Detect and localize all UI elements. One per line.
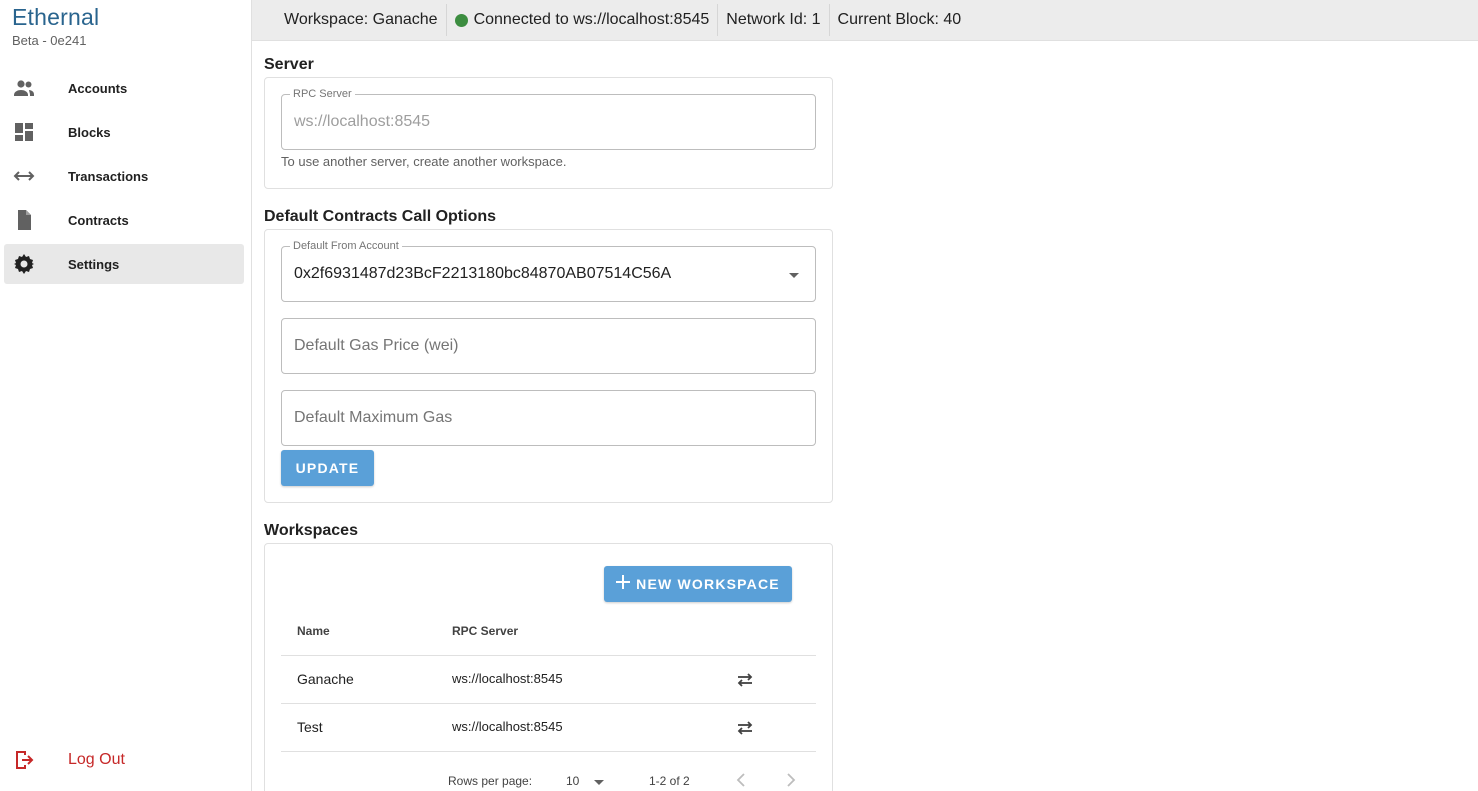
brand: Ethernal Beta - 0e241: [12, 4, 99, 48]
default-max-gas-input[interactable]: Default Maximum Gas: [281, 390, 816, 446]
sidebar-item-label: Contracts: [68, 212, 129, 228]
default-gas-price-input[interactable]: Default Gas Price (wei): [281, 318, 816, 374]
blocks-icon: [12, 120, 36, 144]
new-workspace-button[interactable]: NEW WORKSPACE: [604, 566, 792, 602]
default-from-account-value: 0x2f6931487d23BcF2213180bc84870AB07514C5…: [294, 265, 672, 282]
logout-label: Log Out: [68, 751, 125, 768]
switch-workspace-icon[interactable]: [735, 718, 755, 738]
chevron-right-icon[interactable]: [785, 772, 797, 791]
workspace-chip: Workspace: Ganache: [276, 4, 447, 36]
rpc-server-helper: To use another server, create another wo…: [281, 154, 567, 169]
column-header-rpc-server: RPC Server: [452, 624, 519, 638]
brand-title: Ethernal: [12, 4, 100, 30]
current-block-label: Current Block: 40: [837, 11, 962, 28]
workspaces-card: NEW WORKSPACE Name RPC Server Ganache ws…: [264, 543, 833, 791]
rpc-server-value: ws://localhost:8545: [294, 113, 431, 130]
chevron-down-icon[interactable]: [594, 780, 604, 785]
sidebar-item-contracts[interactable]: Contracts: [4, 200, 244, 240]
chevron-left-icon[interactable]: [735, 772, 747, 791]
rows-per-page-select[interactable]: 10: [566, 774, 579, 788]
sidebar-item-label: Blocks: [68, 124, 111, 140]
default-from-account-legend: Default From Account: [290, 240, 402, 252]
sidebar-item-label: Transactions: [68, 168, 149, 184]
transactions-icon: [12, 164, 36, 188]
network-chip: Network Id: 1: [718, 4, 830, 36]
rows-per-page-label: Rows per page:: [448, 774, 533, 788]
sidebar: Ethernal Beta - 0e241 Accounts Blocks Tr…: [0, 0, 252, 791]
new-workspace-label: NEW WORKSPACE: [636, 576, 780, 592]
workspace-rpc: ws://localhost:8545: [452, 719, 563, 734]
contracts-icon: [12, 208, 36, 232]
sidebar-item-accounts[interactable]: Accounts: [4, 68, 244, 108]
server-section-title: Server: [264, 56, 314, 73]
workspace-rpc: ws://localhost:8545: [452, 671, 563, 686]
workspace-name: Ganache: [297, 671, 354, 687]
call-options-section-title: Default Contracts Call Options: [264, 208, 497, 225]
sidebar-nav: Accounts Blocks Transactions Contracts S…: [4, 68, 244, 288]
sidebar-item-settings[interactable]: Settings: [4, 244, 244, 284]
pagination-range: 1-2 of 2: [649, 774, 690, 788]
plus-icon: [616, 574, 631, 592]
table-row: Ganache ws://localhost:8545: [281, 656, 816, 704]
brand-version: Beta - 0e241: [12, 33, 87, 48]
default-max-gas-placeholder: Default Maximum Gas: [294, 409, 453, 426]
workspace-name: Test: [297, 719, 323, 735]
logout-button[interactable]: Log Out: [4, 740, 244, 780]
table-pagination: Rows per page: 10 1-2 of 2: [281, 770, 816, 791]
default-gas-price-placeholder: Default Gas Price (wei): [294, 337, 459, 354]
sidebar-item-label: Settings: [68, 256, 120, 272]
status-bar: Workspace: Ganache Connected to ws://loc…: [252, 0, 1478, 41]
table-row: Test ws://localhost:8545: [281, 704, 816, 752]
block-chip: Current Block: 40: [830, 4, 970, 36]
column-header-name: Name: [297, 624, 330, 638]
connection-status-dot: [454, 13, 468, 27]
chevron-down-icon: [789, 273, 799, 278]
rpc-server-field: RPC Server ws://localhost:8545: [281, 88, 816, 150]
accounts-icon: [12, 76, 36, 100]
network-label: Network Id: 1: [726, 11, 821, 28]
workspaces-table-header: Name RPC Server: [281, 616, 816, 656]
gear-icon: [12, 252, 36, 276]
logout-icon: [12, 748, 36, 772]
connection-chip: Connected to ws://localhost:8545: [447, 4, 719, 36]
call-options-card: Default From Account 0x2f6931487d23BcF22…: [264, 229, 833, 503]
update-button[interactable]: UPDATE: [281, 450, 374, 486]
workspace-label: Workspace: Ganache: [284, 11, 438, 28]
sidebar-item-blocks[interactable]: Blocks: [4, 112, 244, 152]
default-from-account-select[interactable]: Default From Account 0x2f6931487d23BcF22…: [281, 240, 816, 302]
server-card: RPC Server ws://localhost:8545 To use an…: [264, 77, 833, 189]
connection-label: Connected to ws://localhost:8545: [473, 11, 710, 28]
switch-workspace-icon[interactable]: [735, 670, 755, 690]
sidebar-item-label: Accounts: [68, 80, 128, 96]
sidebar-item-transactions[interactable]: Transactions: [4, 156, 244, 196]
workspaces-section-title: Workspaces: [264, 522, 358, 539]
rpc-server-legend: RPC Server: [290, 88, 355, 100]
